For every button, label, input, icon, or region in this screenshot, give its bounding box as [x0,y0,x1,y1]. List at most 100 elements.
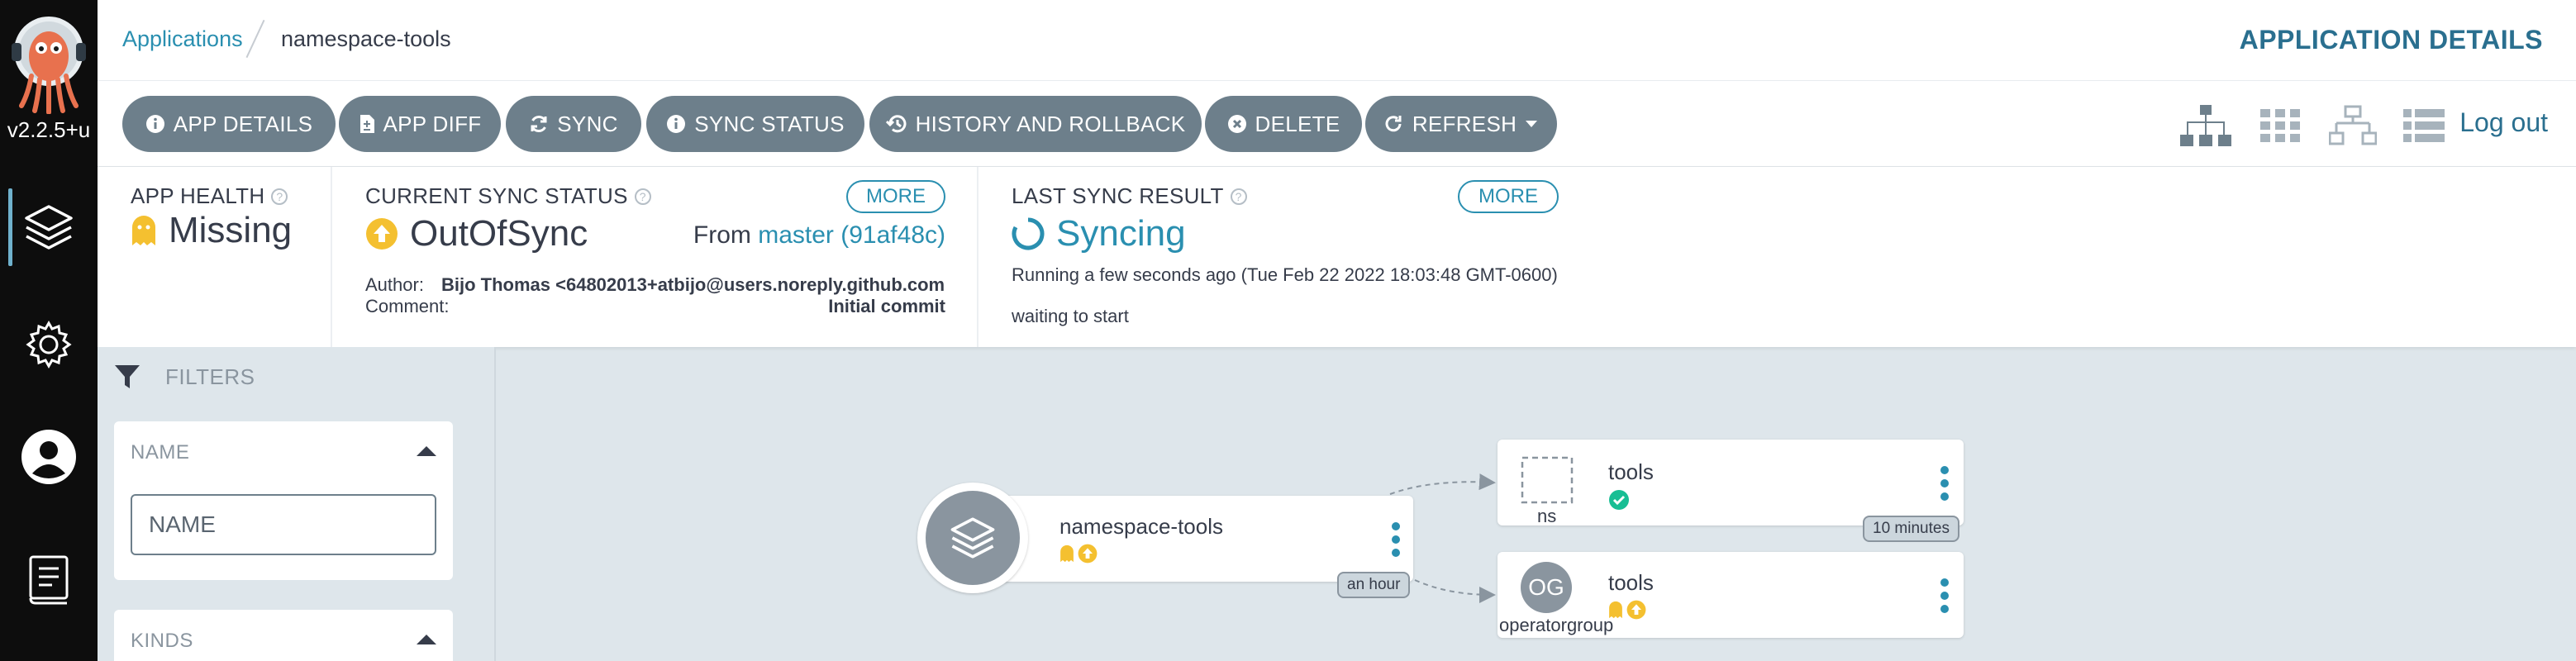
question-circle-icon[interactable]: ? [1230,188,1247,205]
logout-link[interactable]: Log out [2459,107,2548,138]
sync-status-label: SYNC STATUS [694,111,845,136]
resource-node-ns[interactable]: ns tools [1498,440,1964,526]
pods-view-icon [2260,109,2300,142]
collapse-kinds-filter-icon[interactable] [417,635,436,644]
app-health-text: Missing [169,210,293,250]
check-circle-icon [1609,490,1629,510]
ns-node-age-badge: 10 minutes [1863,516,1959,542]
user-icon [21,430,76,484]
sync-status-button[interactable]: SYNC STATUS [646,96,864,152]
filters-panel: FILTERS NAME KINDS [98,347,496,661]
sync-status-text: OutOfSync [410,213,588,254]
filters-header[interactable]: FILTERS [114,364,255,390]
info-icon [145,115,164,133]
author-label: Author: [365,274,424,295]
ns-kind-label: ns [1537,506,1557,526]
refresh-button[interactable]: REFRESH [1365,96,1557,152]
app-health-label: APP HEALTH [131,183,265,208]
delete-label: DELETE [1255,111,1340,136]
argo-logo[interactable] [10,15,88,114]
app-node-age-badge: an hour [1337,572,1411,598]
pods-view-button[interactable] [2259,104,2301,147]
history-icon [885,115,907,133]
breadcrumb-current: namespace-tools [281,26,451,51]
app-diff-button[interactable]: APP DIFF [339,96,501,152]
operatorgroup-icon: OG [1521,562,1572,613]
comment-value: Initial commit [828,296,945,316]
operatorgroup-kind-label: operatorgroup [1499,615,1614,635]
network-view-button[interactable] [2329,104,2377,147]
kinds-filter-title: KINDS [131,630,193,652]
delete-button[interactable]: DELETE [1205,96,1362,152]
last-sync-more-button[interactable]: MORE [1458,180,1559,213]
last-sync-message: waiting to start [1012,306,1129,326]
history-rollback-button[interactable]: HISTORY AND ROLLBACK [869,96,1202,152]
resource-node-operatorgroup[interactable]: OG operatorgroup tools [1498,552,1964,638]
app-details-label: APP DETAILS [173,111,313,136]
list-view-icon [2403,109,2445,142]
last-sync-running: Running a few seconds ago (Tue Feb 22 20… [1012,264,1558,285]
resource-graph: namespace-tools an hour ns tools 10 minu… [498,347,2576,661]
tree-view-button[interactable] [2180,104,2231,147]
toolbar: APP DETAILS APP DIFF SYNC SYNC STATUS HI… [98,81,2576,167]
arrow-circle-up-icon [1626,600,1646,620]
last-sync-text: Syncing [1056,213,1186,254]
breadcrumb-separator [245,19,265,59]
ghost-icon [132,216,155,245]
operatorgroup-node-menu-icon[interactable] [1940,578,1949,613]
arrow-circle-up-icon [1078,544,1098,564]
layers-icon [25,205,73,250]
sidebar-item-settings[interactable] [0,299,98,390]
app-node-menu-icon[interactable] [1392,522,1400,557]
refresh-label: REFRESH [1412,111,1517,136]
app-details-button[interactable]: APP DETAILS [122,96,336,152]
operatorgroup-node-name: tools [1608,570,1654,595]
question-circle-icon[interactable]: ? [634,188,651,205]
last-sync-title: LAST SYNC RESULT [1012,183,1224,208]
caret-down-icon [1526,121,1538,127]
sync-more-button[interactable]: MORE [846,180,945,213]
book-icon [29,555,69,605]
kinds-filter: KINDS [114,610,453,661]
sync-button[interactable]: SYNC [506,96,641,152]
filters-title: FILTERS [165,364,255,389]
ns-node-menu-icon[interactable] [1940,466,1949,501]
last-sync-heading: LAST SYNC RESULT ? [1012,183,1247,209]
app-node-name: namespace-tools [1059,514,1223,539]
tree-view-icon [2180,105,2231,146]
sidebar-item-user-info[interactable] [0,411,98,502]
app-node[interactable]: namespace-tools [962,496,1413,582]
network-view-icon [2329,105,2377,145]
page-title: APPLICATION DETAILS [2239,25,2543,55]
collapse-name-filter-icon[interactable] [417,446,436,456]
app-node-icon [917,483,1028,593]
file-diff-icon [359,115,374,133]
sync-revision-link[interactable]: master (91af48c) [758,221,945,249]
divider [331,167,332,347]
sync-status-title: CURRENT SYNC STATUS [365,183,628,208]
name-filter-title: NAME [131,441,190,464]
info-icon [667,115,686,133]
sync-status-value: OutOfSync [365,213,588,254]
breadcrumb-applications[interactable]: Applications [122,26,243,52]
last-sync-value: Syncing [1012,213,1186,254]
name-filter: NAME [114,421,453,580]
divider [977,167,978,347]
sidebar-item-applications[interactable] [0,182,98,273]
version-label: v2.2.5+u [7,117,91,142]
sidebar-item-documentation[interactable] [0,534,98,625]
sync-icon [531,115,547,133]
app-node-status [1059,544,1098,564]
name-filter-input[interactable] [131,494,436,555]
sync-from-prefix: From [693,221,751,249]
list-view-button[interactable] [2403,104,2445,147]
sync-status-heading: CURRENT SYNC STATUS ? [365,183,651,209]
app-health-value: Missing [131,210,292,251]
spinner-icon [1012,217,1045,250]
question-circle-icon[interactable]: ? [271,188,288,205]
sync-revision: From master (91af48c) [693,221,945,250]
ghost-icon [1060,544,1074,563]
history-rollback-label: HISTORY AND ROLLBACK [915,111,1186,136]
arrow-circle-up-icon [366,218,398,250]
comment-label: Comment: [365,296,450,316]
